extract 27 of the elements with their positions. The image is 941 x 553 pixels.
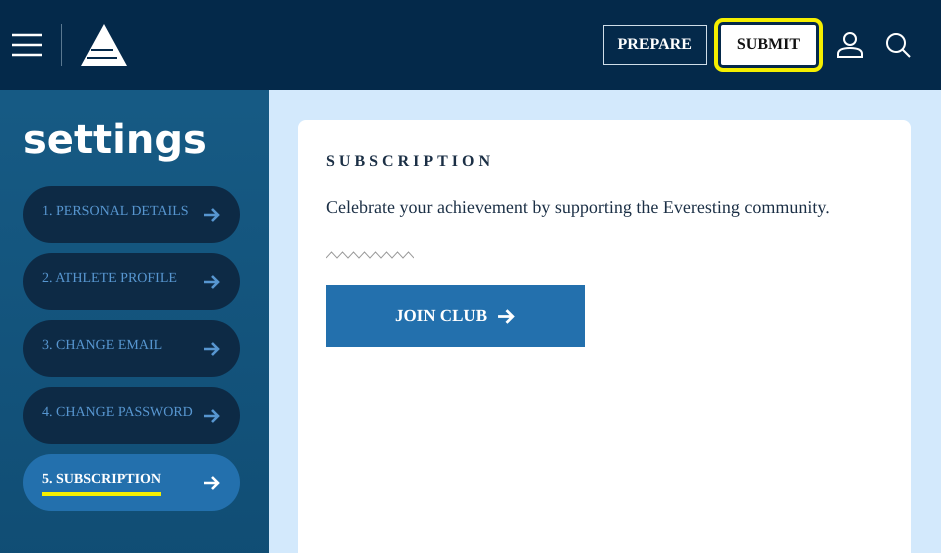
nav-label: 1. PERSONAL DETAILS — [42, 203, 189, 221]
nav-label: 4. CHANGE PASSWORD — [42, 404, 193, 422]
card-description: Celebrate your achievement by supporting the Everesting community. — [326, 196, 830, 219]
arrow-right-icon — [203, 408, 221, 424]
search-icon[interactable] — [885, 32, 911, 58]
mountain-logo-icon[interactable] — [81, 24, 127, 66]
arrow-right-icon — [203, 340, 221, 356]
settings-nav-item[interactable]: 4. CHANGE PASSWORD — [23, 387, 240, 444]
nav-label: 3. CHANGE EMAIL — [42, 337, 162, 355]
arrow-right-icon — [203, 274, 221, 290]
nav-label: 5. SUBSCRIPTION — [42, 469, 162, 496]
arrow-right-icon — [203, 206, 221, 222]
arrow-right-icon — [203, 474, 221, 490]
card-heading: SUBSCRIPTION — [326, 152, 494, 172]
submit-button[interactable]: SUBMIT — [720, 25, 816, 65]
menu-icon[interactable] — [12, 33, 42, 57]
settings-nav-item[interactable]: 5. SUBSCRIPTION — [23, 454, 240, 511]
settings-title: settings — [23, 116, 207, 165]
user-icon[interactable] — [837, 32, 863, 58]
settings-nav-item[interactable]: 2. ATHLETE PROFILE — [23, 253, 240, 310]
nav-label: 2. ATHLETE PROFILE — [42, 270, 177, 288]
join-club-button[interactable]: JOIN CLUB — [326, 285, 585, 347]
zigzag-divider-icon — [326, 251, 414, 259]
settings-nav-item[interactable]: 1. PERSONAL DETAILS — [23, 186, 240, 243]
settings-nav-item[interactable]: 3. CHANGE EMAIL — [23, 320, 240, 377]
arrow-right-icon — [497, 308, 516, 324]
prepare-button[interactable]: PREPARE — [602, 25, 707, 65]
